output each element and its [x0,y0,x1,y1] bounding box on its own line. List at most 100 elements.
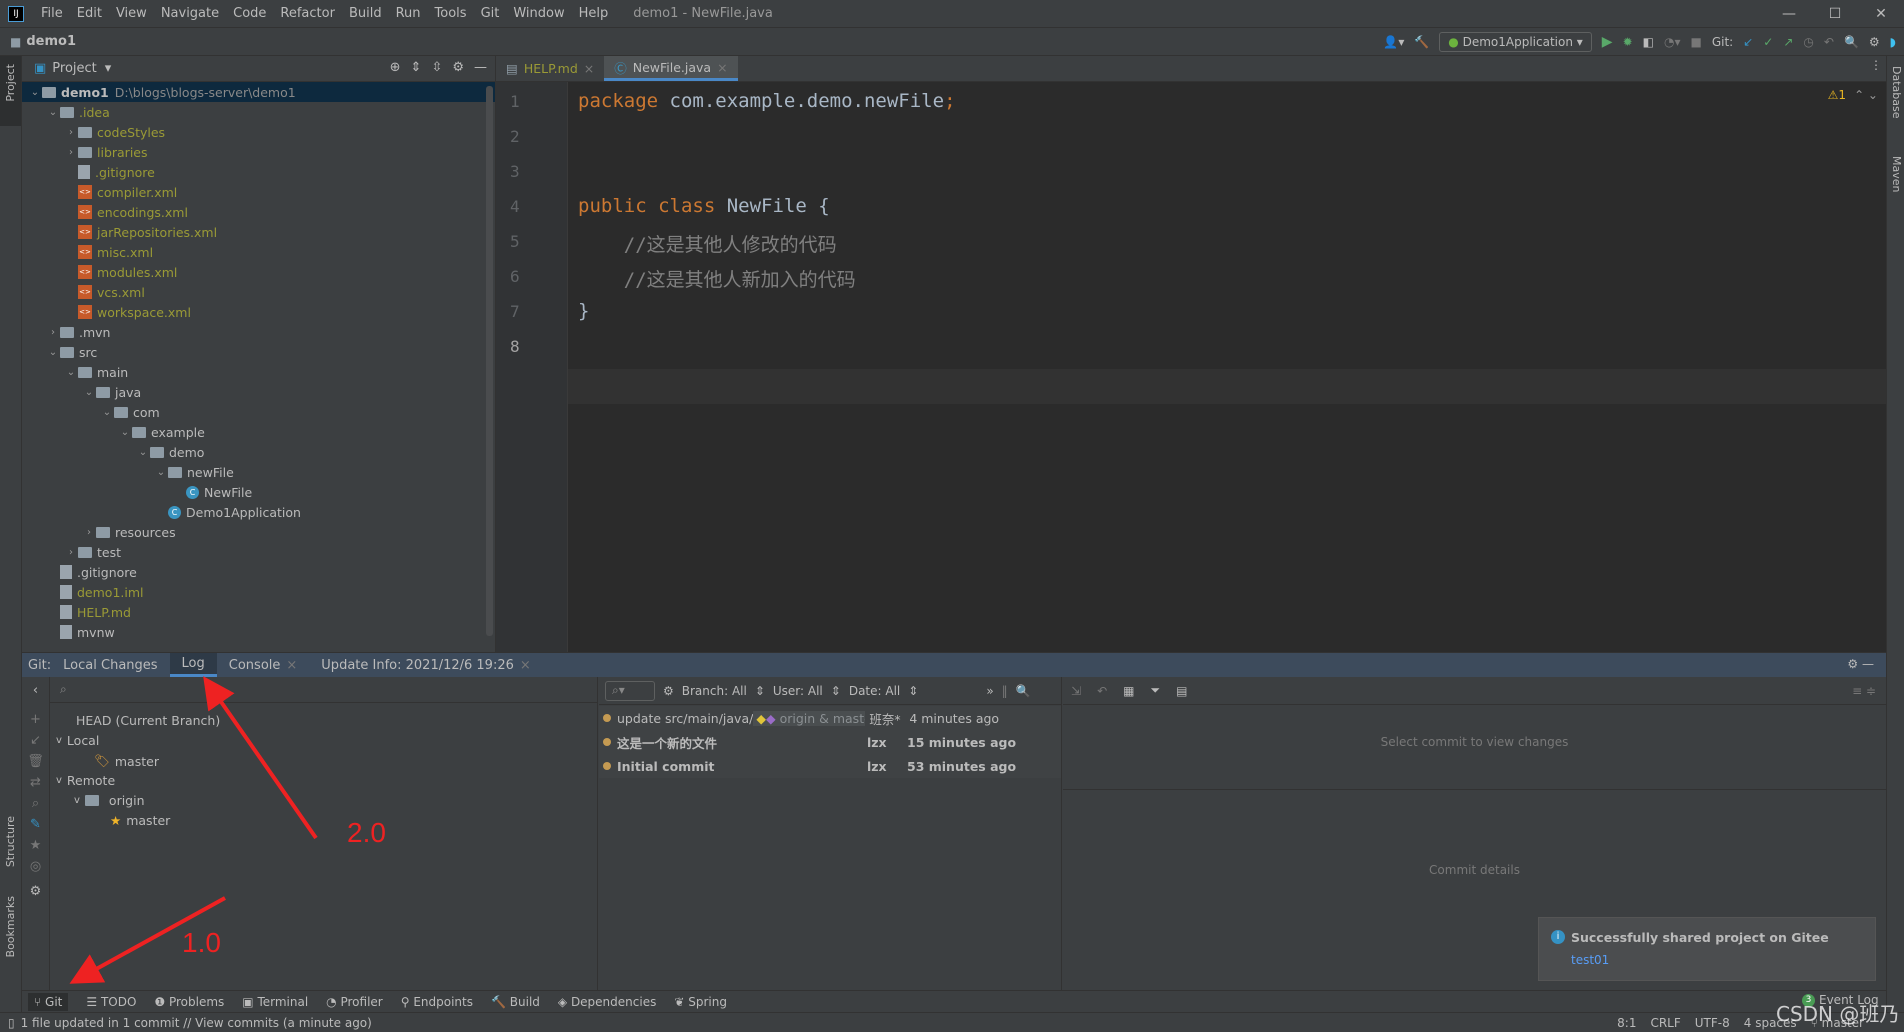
tool-button-endpoints[interactable]: ⚲ Endpoints [401,995,473,1009]
search-icon[interactable]: 🔍 [1844,35,1859,49]
gear-icon[interactable]: ⚙ [452,60,464,75]
profile-icon[interactable]: ◔▾ [1664,35,1681,49]
status-message[interactable]: 1 file updated in 1 commit // View commi… [21,1016,372,1030]
tree-item[interactable]: ⌄ java [22,382,495,402]
compare-icon[interactable]: ⇄ [22,775,49,790]
tree-item[interactable]: ⌄ com [22,402,495,422]
close-tab-icon[interactable]: × [286,658,297,673]
log-search-icon[interactable]: 🔍 [1016,684,1031,698]
branch-search-input[interactable]: ⌕ [50,677,598,703]
git-tab-log[interactable]: Log [169,653,217,677]
file-encoding[interactable]: UTF-8 [1695,1016,1730,1030]
more-icon[interactable]: » [986,684,993,698]
rollback-icon[interactable]: ↶ [1824,35,1834,49]
close-tab-icon[interactable]: × [717,60,727,75]
chevron-down-icon[interactable]: ⌄ [136,447,150,458]
tab-newfile-java[interactable]: Ⓒ NewFile.java × [604,56,738,81]
tree-item[interactable]: ⌄ src [22,342,495,362]
branch-group-local[interactable]: v Local [56,733,99,748]
notification-link[interactable]: test01 [1571,953,1609,967]
tree-item[interactable]: demo1.iml [22,582,495,602]
chevron-down-icon[interactable]: ⌄ [154,467,168,478]
layout-icon[interactable]: ▤ [1176,684,1187,698]
menu-code[interactable]: Code [226,6,273,21]
caret-position[interactable]: 8:1 [1617,1016,1636,1030]
structure-stripe-button[interactable]: Structure [4,816,17,867]
more-tabs-icon[interactable]: ⋮ [1870,58,1882,72]
git-panel-gear-icon[interactable]: ⚙ — [1847,657,1874,671]
tool-button-spring[interactable]: ❦ Spring [674,995,727,1009]
chevron-down-icon[interactable]: ⌄ [28,87,42,98]
hide-icon[interactable]: — [474,60,487,75]
run-icon[interactable]: ▶ [1602,34,1613,50]
branch-head[interactable]: HEAD (Current Branch) [76,713,220,728]
filter-icon[interactable]: ⏷ [1150,683,1160,698]
date-filter[interactable]: Date: All [849,684,900,698]
chevron-down-icon[interactable]: ⌄ [82,387,96,398]
tree-item[interactable]: ⌄ main [22,362,495,382]
menu-git[interactable]: Git [474,6,507,21]
tree-item[interactable]: ⌄ demo1 D:\blogs\blogs-server\demo1 [22,82,495,102]
warnings-indicator[interactable]: ⚠1 [1828,88,1846,102]
chevron-down-icon[interactable]: ⌄ [64,367,78,378]
tab-help-md[interactable]: ▤ HELP.md × [496,56,604,81]
branch-filter[interactable]: Branch: All [682,684,747,698]
tree-item[interactable]: › resources [22,522,495,542]
tree-item[interactable]: .gitignore [22,562,495,582]
tool-button-profiler[interactable]: ◔ Profiler [326,995,383,1009]
favorite-icon[interactable]: ★ [22,838,49,853]
collapse-all-icon[interactable]: ⇳ [431,60,442,75]
menu-help[interactable]: Help [572,6,616,21]
project-scrollbar[interactable] [486,86,493,636]
collapse-branches-icon[interactable]: ‹ [22,683,49,698]
log-search-input[interactable]: ⌕▾ [605,680,655,701]
git-tab-console[interactable]: Console × [217,653,310,677]
project-view-select[interactable]: Project [52,61,96,76]
menu-window[interactable]: Window [506,6,571,21]
group-icon[interactable]: ▦ [1123,684,1134,698]
commit-row[interactable]: 这是一个新的文件 lzx 15 minutes ago [599,730,1061,754]
git-push-icon[interactable]: ↗ [1783,35,1793,49]
menu-tools[interactable]: Tools [428,6,474,21]
branch-local-master[interactable]: 🏷 master [94,753,159,769]
tree-item[interactable]: <> vcs.xml [22,282,495,302]
menu-edit[interactable]: Edit [70,6,109,21]
tree-item[interactable]: <> compiler.xml [22,182,495,202]
cherry-pick-icon[interactable]: ⇲ [1071,684,1081,698]
tool-button-terminal[interactable]: ▣ Terminal [242,995,308,1009]
build-hammer-icon[interactable]: 🔨 [1414,35,1429,49]
line-separator[interactable]: CRLF [1650,1016,1680,1030]
expand-collapse-icon[interactable]: ≡ ≑ [1852,684,1876,698]
tree-item[interactable]: <> misc.xml [22,242,495,262]
menu-run[interactable]: Run [389,6,428,21]
commit-row[interactable]: Initial commit lzx 53 minutes ago [599,754,1061,778]
tree-item[interactable]: ⌄ demo [22,442,495,462]
locate-icon[interactable]: ⊕ [390,60,401,75]
chevron-right-icon[interactable]: › [46,327,60,338]
debug-icon[interactable]: ✹ [1623,35,1633,49]
chevron-right-icon[interactable]: › [64,127,78,138]
update-icon[interactable]: ↙ [22,733,49,748]
chevron-right-icon[interactable]: › [64,147,78,158]
close-tab-icon[interactable]: × [520,658,531,673]
menu-refactor[interactable]: Refactor [273,6,342,21]
tree-item[interactable]: <> workspace.xml [22,302,495,322]
git-tab-local[interactable]: Local Changes [51,653,169,677]
settings-gear-icon[interactable]: ⚙ [1869,35,1880,49]
tree-item[interactable]: <> encodings.xml [22,202,495,222]
tree-item[interactable]: ⌄ example [22,422,495,442]
tree-item[interactable]: › codeStyles [22,122,495,142]
coverage-icon[interactable]: ◧ [1643,35,1654,49]
revert-icon[interactable]: ↶ [1097,684,1107,698]
tree-item[interactable]: › libraries [22,142,495,162]
user-icon[interactable]: 👤▾ [1383,35,1404,49]
tree-item[interactable]: › test [22,542,495,562]
tree-item[interactable]: C Demo1Application [22,502,495,522]
chevron-right-icon[interactable]: › [82,527,96,538]
tool-button-todo[interactable]: ☰ TODO [86,995,136,1009]
branch-group-remote[interactable]: v Remote [56,773,115,788]
chevron-right-icon[interactable]: › [64,547,78,558]
plugin-icon[interactable]: ◗ [1890,35,1896,49]
search-branches-icon[interactable]: ⌕ [22,796,49,811]
breadcrumb-project[interactable]: demo1 [26,34,76,49]
